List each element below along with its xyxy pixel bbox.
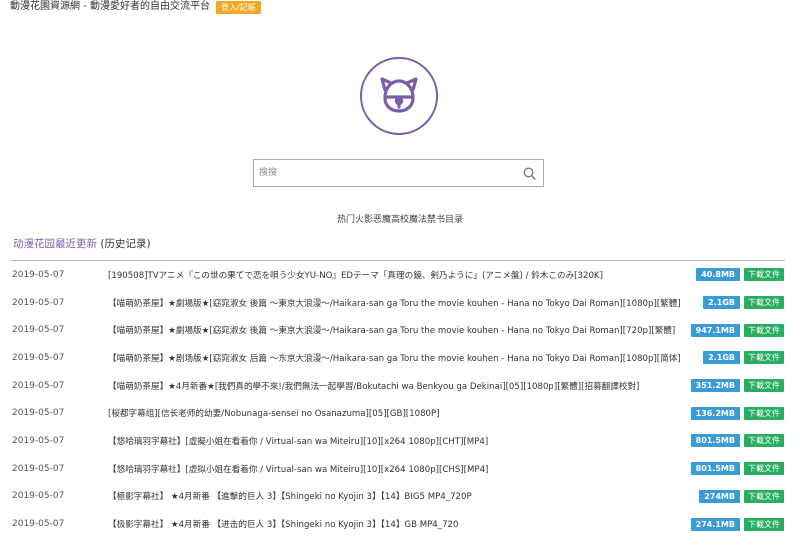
row-title-link[interactable]: 【极影字幕社】 ★4月新番 【进击的巨人 3】【Shingeki no Kyoj…	[108, 518, 693, 530]
download-button[interactable]: 下載文件	[744, 296, 784, 310]
size-badge: 801.5MB	[690, 462, 740, 476]
download-button[interactable]: 下載文件	[744, 517, 784, 531]
download-button[interactable]: 下載文件	[744, 406, 784, 420]
section-header: 动漫花园最近更新 (历史记录)	[13, 236, 151, 251]
site-logo[interactable]	[360, 57, 438, 135]
table-row: 2019-05-07 【喵萌奶茶屋】★劇場版★[窈窕淑女 後篇 ～東京大浪漫～/H…	[10, 289, 785, 317]
search-box	[253, 159, 544, 187]
table-row: 2019-05-07 【喵萌奶茶屋】★4月新番★[我們真的學不來!/我們無法一起學…	[10, 372, 785, 400]
row-title-link[interactable]: 【喵萌奶茶屋】★4月新番★[我們真的學不來!/我們無法一起學習/Bokutach…	[108, 380, 693, 392]
row-date: 2019-05-07	[12, 325, 65, 336]
size-badge: 947.1MB	[690, 323, 740, 337]
row-date: 2019-05-07	[12, 380, 65, 391]
row-date: 2019-05-07	[12, 269, 65, 280]
row-title-link[interactable]: 【喵萌奶茶屋】★劇場版★[窈窕淑女 後篇 ～東京大浪漫～/Haikara-san…	[108, 324, 693, 336]
section-title[interactable]: 动漫花园最近更新	[13, 238, 97, 250]
table-row: 2019-05-07 [桜都字幕组][信长老师的幼妻/Nobunaga-sense…	[10, 399, 785, 427]
size-badge: 274MB	[699, 489, 740, 503]
row-date: 2019-05-07	[12, 352, 65, 363]
download-button[interactable]: 下載文件	[744, 351, 784, 365]
size-badge: 274.1MB	[690, 517, 740, 531]
size-badge: 801.5MB	[690, 434, 740, 448]
search-icon	[523, 167, 536, 180]
row-date: 2019-05-07	[12, 491, 65, 502]
row-date: 2019-05-07	[12, 519, 65, 530]
size-badge: 136.2MB	[690, 406, 740, 420]
size-badge: 351.2MB	[690, 379, 740, 393]
download-button[interactable]: 下載文件	[744, 434, 784, 448]
row-date: 2019-05-07	[12, 408, 65, 419]
row-title-link[interactable]: 【喵萌奶茶屋】★剧场版★[窈窕淑女 后篇 ～东京大浪漫～/Haikara-san…	[108, 352, 693, 364]
download-button[interactable]: 下載文件	[744, 489, 784, 503]
row-date: 2019-05-07	[12, 435, 65, 446]
table-row: 2019-05-07 【极影字幕社】 ★4月新番 【进击的巨人 3】【Shinge…	[10, 510, 785, 538]
table-row: 2019-05-07 【悠哈璃羽字幕社】[虚拟小姐在看着你 / Virtual-s…	[10, 455, 785, 483]
table-row: 2019-05-07 【悠哈璃羽字幕社】[虛擬小姐在看着你 / Virtual-s…	[10, 427, 785, 455]
download-button[interactable]: 下載文件	[744, 268, 784, 282]
table-row: 2019-05-07 【喵萌奶茶屋】★剧场版★[窈窕淑女 后篇 ～东京大浪漫～/H…	[10, 344, 785, 372]
bell-cat-logo-icon	[380, 77, 418, 113]
table-row: 2019-05-07 【極影字幕社】 ★4月新番 【進擊的巨人 3】【Shinge…	[10, 483, 785, 511]
row-date: 2019-05-07	[12, 297, 65, 308]
top-bar: 動漫花園資源網 - 動漫愛好者的自由交流平台 登入/記帳	[10, 0, 261, 14]
size-badge: 40.8MB	[696, 268, 740, 282]
row-title-link[interactable]: 【極影字幕社】 ★4月新番 【進擊的巨人 3】【Shingeki no Kyoj…	[108, 490, 693, 502]
site-title[interactable]: 動漫花園資源網 - 動漫愛好者的自由交流平台	[10, 1, 210, 13]
login-button[interactable]: 登入/記帳	[215, 0, 261, 14]
row-title-link[interactable]: 【喵萌奶茶屋】★劇場版★[窈窕淑女 後篇 ～東京大浪漫～/Haikara-san…	[108, 297, 693, 309]
row-date: 2019-05-07	[12, 463, 65, 474]
update-list: 2019-05-07 [190508]TVアニメ『この世の果てで恋を唄う少女YU-…	[10, 260, 785, 538]
row-title-link[interactable]: 【悠哈璃羽字幕社】[虛擬小姐在看着你 / Virtual-san wa Mite…	[108, 435, 693, 447]
search-button[interactable]	[515, 160, 543, 186]
hot-keywords[interactable]: 热门火影恶魔高校魔法禁书目录	[0, 212, 800, 225]
table-row: 2019-05-07 【喵萌奶茶屋】★劇場版★[窈窕淑女 後篇 ～東京大浪漫～/H…	[10, 316, 785, 344]
size-badge: 2.1GB	[703, 351, 740, 365]
row-title-link[interactable]: 【悠哈璃羽字幕社】[虚拟小姐在看着你 / Virtual-san wa Mite…	[108, 463, 693, 475]
download-button[interactable]: 下載文件	[744, 379, 784, 393]
download-button[interactable]: 下載文件	[744, 323, 784, 337]
row-title-link[interactable]: [190508]TVアニメ『この世の果てで恋を唄う少女YU-NO』EDテーマ「真…	[108, 269, 693, 281]
download-button[interactable]: 下載文件	[744, 462, 784, 476]
table-row: 2019-05-07 [190508]TVアニメ『この世の果てで恋を唄う少女YU-…	[10, 261, 785, 289]
row-title-link[interactable]: [桜都字幕组][信长老师的幼妻/Nobunaga-sensei no Osana…	[108, 407, 693, 419]
history-link[interactable]: (历史记录)	[100, 238, 150, 250]
search-input[interactable]	[254, 160, 515, 186]
size-badge: 2.1GB	[703, 296, 740, 310]
